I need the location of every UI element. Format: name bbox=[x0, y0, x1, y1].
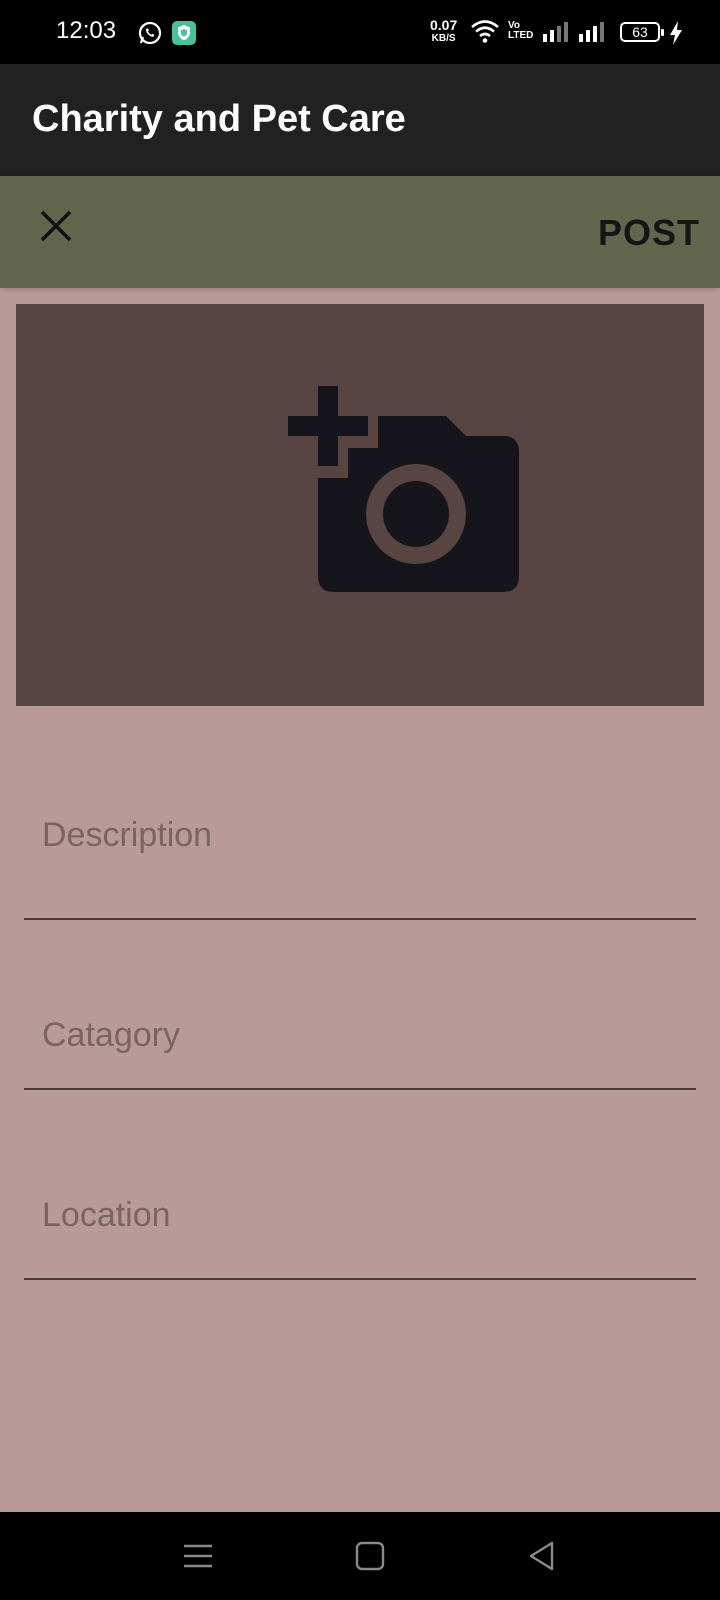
location-underline bbox=[24, 1278, 696, 1280]
shield-app-icon bbox=[172, 21, 196, 45]
battery-indicator: 63 bbox=[620, 22, 664, 42]
back-triangle-icon[interactable] bbox=[524, 1538, 560, 1574]
description-field[interactable]: Description bbox=[24, 800, 696, 920]
category-underline bbox=[24, 1088, 696, 1090]
add-a-photo-icon bbox=[288, 386, 519, 592]
status-time: 12:03 bbox=[56, 17, 117, 44]
system-nav-bar bbox=[0, 1512, 720, 1600]
menu-icon[interactable] bbox=[180, 1538, 216, 1574]
close-button[interactable] bbox=[30, 200, 82, 252]
volte-indicator: Vo LTED bbox=[508, 21, 533, 41]
network-speed: 0.07 KB/S bbox=[430, 17, 458, 45]
signal-icon bbox=[579, 22, 604, 42]
app-bar: Charity and Pet Care bbox=[0, 64, 720, 176]
status-bar: 12:03 0.07 KB/S Vo LTED 63 bbox=[0, 0, 720, 64]
app-title: Charity and Pet Care bbox=[32, 98, 406, 140]
close-icon bbox=[40, 210, 72, 242]
post-toolbar: POST bbox=[0, 176, 720, 288]
image-picker[interactable] bbox=[16, 304, 704, 706]
home-square-icon[interactable] bbox=[352, 1538, 388, 1574]
network-speed-unit: KB/S bbox=[431, 33, 456, 44]
category-placeholder: Catagory bbox=[42, 1016, 180, 1054]
description-placeholder: Description bbox=[42, 816, 213, 854]
signal-icon bbox=[543, 22, 568, 42]
wifi-icon bbox=[471, 20, 499, 43]
category-field[interactable]: Catagory bbox=[24, 1010, 696, 1090]
network-speed-value: 0.07 bbox=[430, 17, 458, 33]
post-button[interactable]: POST bbox=[598, 212, 700, 254]
description-underline bbox=[24, 918, 696, 920]
charging-icon bbox=[670, 21, 682, 45]
location-placeholder: Location bbox=[42, 1196, 171, 1234]
location-field[interactable]: Location bbox=[24, 1190, 696, 1280]
volte-bottom: LTED bbox=[508, 30, 534, 41]
whatsapp-icon bbox=[138, 21, 162, 45]
